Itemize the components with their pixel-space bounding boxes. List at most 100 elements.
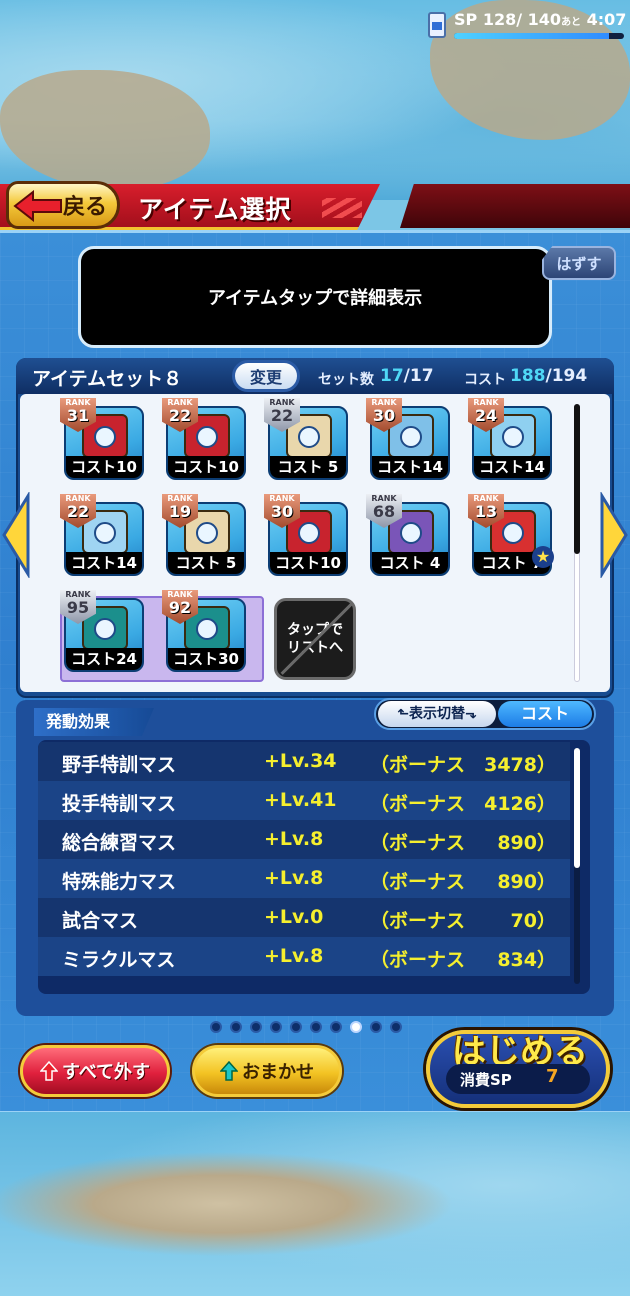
item-slot[interactable]: コスト 4 RANK 68: [366, 494, 452, 576]
start-sp-label: 消費SP: [460, 1071, 512, 1089]
effects-scroll-thumb[interactable]: [574, 748, 580, 868]
change-set-label: 変更: [249, 368, 282, 387]
page-dot[interactable]: [250, 1021, 262, 1033]
auto-select-button[interactable]: おまかせ: [192, 1045, 342, 1097]
prev-set-arrow-icon[interactable]: [0, 492, 30, 578]
item-cost-label: コスト14: [66, 552, 142, 574]
rank-number: 24: [474, 406, 498, 425]
item-slot[interactable]: コスト 7 RANK 13 ★: [468, 494, 554, 576]
rank-number: 30: [270, 502, 294, 521]
effect-row: 試合マス +Lv.0 （ボーナス 70）: [38, 898, 570, 937]
remove-all-label: すべて外す: [61, 1062, 151, 1083]
next-set-arrow-icon[interactable]: [600, 492, 630, 578]
effect-bonus-label: （ボーナス: [370, 949, 466, 971]
tap-to-list-label-1: タップで: [287, 622, 343, 638]
item-cost-label: コスト24: [66, 648, 142, 670]
effect-name: ミラクルマス: [62, 949, 176, 971]
item-cost-label: コスト10: [66, 456, 142, 478]
display-toggle-button[interactable]: ⬑表示切替⬎: [378, 701, 496, 727]
item-grid-scroll-thumb[interactable]: [574, 404, 580, 554]
sp-max: 140: [527, 10, 562, 29]
page-dot[interactable]: [390, 1021, 402, 1033]
set-count-max: 17: [409, 366, 434, 386]
item-cost-label: コスト 4: [372, 552, 448, 574]
effect-name: 投手特訓マス: [62, 793, 177, 815]
item-slot[interactable]: コスト24 RANK 95: [60, 590, 146, 672]
start-sp-value: 7: [546, 1066, 559, 1087]
effect-bonus-label: （ボーナス: [370, 793, 466, 815]
item-slot[interactable]: コスト14 RANK 22: [60, 494, 146, 576]
effect-bonus-label: （ボーナス: [370, 754, 466, 776]
set-count-label: セット数: [318, 372, 374, 388]
effect-bonus-value: 890）: [497, 871, 556, 893]
change-set-button[interactable]: 変更: [232, 360, 300, 392]
item-glyph: [94, 522, 116, 544]
page-dot[interactable]: [270, 1021, 282, 1033]
rank-number: 22: [270, 406, 294, 425]
display-toggle-cost[interactable]: コスト: [498, 701, 592, 727]
rank-number: 13: [474, 502, 498, 521]
unequip-button[interactable]: はずす: [542, 246, 616, 280]
toggle-left-arrow-icon: ⬑: [397, 706, 409, 722]
auto-select-label: おまかせ: [242, 1062, 314, 1083]
item-cost-label: コスト 5: [168, 552, 244, 574]
item-slot[interactable]: コスト 5 RANK 19: [162, 494, 248, 576]
back-arrow-icon: [13, 190, 62, 222]
item-cost-label: コスト14: [372, 456, 448, 478]
sp-progress-bar: [454, 33, 624, 39]
back-button[interactable]: 戻る: [6, 181, 120, 229]
effect-level: +Lv.0: [264, 906, 324, 928]
item-cost-label: コスト30: [168, 648, 244, 670]
rank-number: 30: [372, 406, 396, 425]
effect-level: +Lv.34: [264, 750, 337, 772]
sp-status-text: SP 128/ 140あと 4:07: [454, 10, 627, 29]
sp-drink-icon: [428, 12, 446, 38]
effect-row: 投手特訓マス +Lv.41 （ボーナス 4126）: [38, 781, 570, 820]
set-cost-current: 188: [510, 366, 546, 386]
page-dot[interactable]: [230, 1021, 242, 1033]
header-bar: 戻る アイテム選択: [0, 180, 630, 232]
sp-status-panel: [400, 184, 630, 228]
item-slot[interactable]: コスト 5 RANK 22: [264, 398, 350, 480]
effect-bonus-value: 3478）: [484, 754, 556, 776]
item-slot[interactable]: コスト30 RANK 92: [162, 590, 248, 672]
effect-level: +Lv.8: [264, 945, 324, 967]
sp-current: 128: [482, 10, 517, 29]
page-title: アイテム選択: [138, 195, 292, 224]
remove-all-button[interactable]: すべて外す: [20, 1045, 170, 1097]
rank-number: 22: [66, 502, 90, 521]
header-stripes-decoration: [322, 198, 362, 218]
item-detail-hint-text: アイテムタップで詳細表示: [207, 288, 423, 309]
page-dot[interactable]: [310, 1021, 322, 1033]
set-count-value: 17/17: [380, 366, 434, 386]
effects-list: 野手特訓マス +Lv.34 （ボーナス 3478） 投手特訓マス +Lv.41 （ボーナス 4…: [38, 740, 590, 994]
effect-name: 野手特訓マス: [62, 754, 177, 776]
item-glyph: [94, 426, 116, 448]
item-slot[interactable]: コスト14 RANK 24: [468, 398, 554, 480]
page-dot[interactable]: [210, 1021, 222, 1033]
page-dot[interactable]: [290, 1021, 302, 1033]
back-button-label: 戻る: [62, 195, 107, 220]
tap-to-list-button[interactable]: タップで リストへ: [274, 598, 356, 680]
page-dot[interactable]: [370, 1021, 382, 1033]
set-cost-max: 194: [551, 366, 588, 386]
item-glyph: [400, 426, 422, 448]
effect-bonus-value: 4126）: [484, 793, 556, 815]
effects-section-label: 発動効果: [34, 708, 154, 736]
item-slot[interactable]: コスト10 RANK 31: [60, 398, 146, 480]
page-dot[interactable]: [330, 1021, 342, 1033]
item-slot[interactable]: コスト10 RANK 30: [264, 494, 350, 576]
effect-bonus-value: 834）: [497, 949, 556, 971]
item-glyph: [298, 426, 320, 448]
up-arrow-icon: [39, 1061, 58, 1081]
effect-row: 総合練習マス +Lv.8 （ボーナス 890）: [38, 820, 570, 859]
rank-number: 68: [372, 502, 396, 521]
set-count-current: 17: [380, 366, 404, 386]
page-dot[interactable]: [350, 1021, 362, 1033]
effect-name: 試合マス: [62, 910, 139, 932]
item-slot[interactable]: コスト10 RANK 22: [162, 398, 248, 480]
effect-level: +Lv.8: [264, 828, 324, 850]
item-slot[interactable]: コスト14 RANK 30: [366, 398, 452, 480]
effect-bonus-label: （ボーナス: [370, 910, 466, 932]
rank-number: 22: [168, 406, 192, 425]
